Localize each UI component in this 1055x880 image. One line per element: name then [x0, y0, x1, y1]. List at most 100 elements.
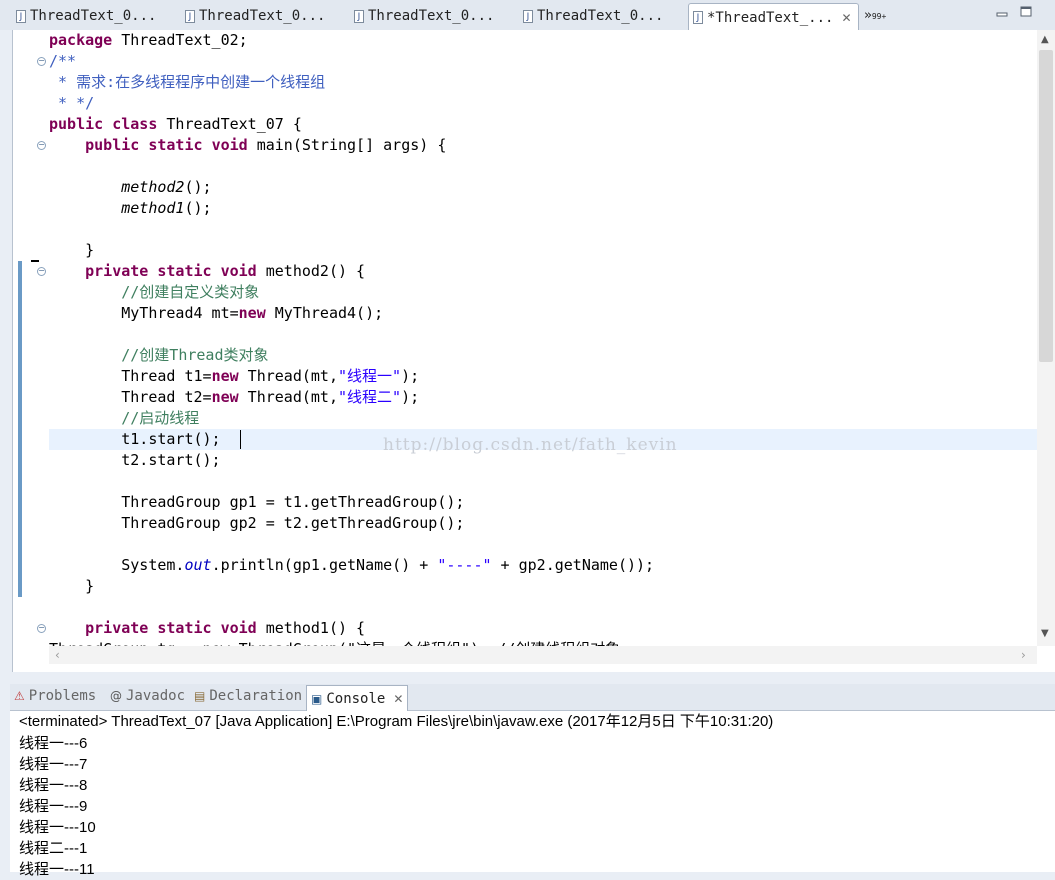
- problems-icon: ⚠: [14, 689, 25, 703]
- code-token: }: [49, 241, 95, 259]
- fold-icon[interactable]: −: [37, 624, 46, 633]
- code-line[interactable]: System.out.println(gp1.getName() + "----…: [49, 555, 654, 576]
- code-line[interactable]: /**: [49, 51, 76, 72]
- view-separator: [0, 672, 1055, 684]
- tab-problems[interactable]: ⚠ Problems: [14, 688, 96, 704]
- code-token: new: [211, 367, 239, 385]
- editor-tab-3[interactable]: J ThreadText_0...: [354, 4, 494, 28]
- console-output-line: 线程一---7: [19, 756, 88, 773]
- horizontal-scrollbar[interactable]: ‹ ›: [49, 646, 1037, 664]
- console-output-line: 线程二---1: [19, 840, 88, 857]
- code-token: public: [49, 115, 104, 133]
- code-line[interactable]: * */: [49, 93, 94, 114]
- code-line[interactable]: private static void method2() {: [49, 261, 365, 282]
- close-icon[interactable]: ✕: [841, 11, 851, 25]
- code-line[interactable]: }: [49, 240, 94, 261]
- code-line[interactable]: }: [49, 576, 94, 597]
- scroll-left-icon[interactable]: ‹: [55, 648, 60, 662]
- tab-overflow-button[interactable]: »99+: [864, 8, 886, 23]
- maximize-icon[interactable]: [1018, 4, 1034, 20]
- code-token: main(String[] args) {: [247, 136, 447, 154]
- code-line[interactable]: //启动线程: [49, 408, 199, 429]
- editor-tab-2[interactable]: J ThreadText_0...: [185, 4, 325, 28]
- code-token: Thread t1=: [49, 367, 212, 385]
- code-token: static: [148, 136, 203, 154]
- watermark: http://blog.csdn.net/fath_kevin: [383, 435, 678, 455]
- code-token: out: [184, 556, 212, 574]
- vertical-scrollbar[interactable]: ▲ ▼: [1037, 30, 1055, 646]
- editor-tab-label: ThreadText_0...: [537, 8, 664, 24]
- code-token: ();: [184, 178, 212, 196]
- minimize-icon[interactable]: [994, 4, 1010, 20]
- code-line[interactable]: Thread t1=new Thread(mt,"线程一");: [49, 366, 419, 387]
- code-line[interactable]: method2();: [49, 177, 212, 198]
- code-token: static: [157, 619, 212, 637]
- views-tab-bar: ⚠ Problems @ Javadoc ▤ Declaration ▣ Con…: [10, 684, 1055, 711]
- code-token: void: [220, 619, 257, 637]
- code-token: ThreadGroup gp2 = t2.getThreadGroup();: [49, 514, 465, 532]
- code-line[interactable]: //创建自定义类对象: [49, 282, 259, 303]
- close-icon[interactable]: ✕: [393, 692, 403, 706]
- code-token: MyThread4 mt=: [49, 304, 239, 322]
- editor-tab-active[interactable]: J *ThreadText_... ✕: [688, 3, 859, 31]
- code-token: );: [401, 367, 420, 385]
- scrollbar-thumb[interactable]: [1039, 50, 1053, 362]
- code-token: t2.start();: [49, 451, 221, 469]
- code-line[interactable]: public class ThreadText_07 {: [49, 114, 302, 135]
- editor-tab-1[interactable]: J ThreadText_0...: [16, 4, 156, 28]
- code-token: ThreadText_02;: [112, 31, 248, 49]
- code-token: System.: [49, 556, 185, 574]
- console-output-line: 线程一---8: [19, 777, 88, 794]
- code-line[interactable]: package ThreadText_02;: [49, 30, 248, 51]
- chevron-right-icon: »: [864, 8, 872, 23]
- code-line[interactable]: ThreadGroup tg = new ThreadGroup("这是一个线程…: [49, 639, 620, 646]
- tab-label: Console: [326, 690, 386, 707]
- code-token: new: [211, 388, 239, 406]
- code-line[interactable]: method1();: [49, 198, 211, 219]
- fold-icon[interactable]: −: [37, 57, 46, 66]
- code-token: * 需求:在多线程程序中创建一个线程组: [49, 73, 326, 91]
- fold-icon[interactable]: −: [37, 141, 46, 150]
- tab-console[interactable]: ▣ Console ✕: [306, 685, 409, 711]
- scroll-right-icon[interactable]: ›: [1021, 648, 1026, 662]
- java-file-icon: J: [185, 9, 195, 23]
- tab-javadoc[interactable]: @ Javadoc: [110, 688, 185, 704]
- code-line[interactable]: public static void main(String[] args) {: [49, 135, 446, 156]
- code-token: class: [112, 115, 158, 133]
- editor-tab-label: ThreadText_0...: [199, 8, 326, 24]
- tab-declaration[interactable]: ▤ Declaration: [194, 688, 302, 704]
- console-icon: ▣: [311, 691, 323, 706]
- java-file-icon: J: [354, 9, 364, 23]
- java-editor[interactable]: − − − − package ThreadText_02;/** * 需求:在…: [12, 30, 1055, 672]
- code-line[interactable]: t1.start();: [49, 429, 220, 450]
- scroll-down-icon[interactable]: ▼: [1041, 628, 1049, 639]
- console-view[interactable]: <terminated> ThreadText_07 [Java Applica…: [10, 711, 1055, 878]
- code-token: private: [85, 262, 149, 280]
- code-line[interactable]: Thread t2=new Thread(mt,"线程二");: [49, 387, 419, 408]
- code-token: ThreadGroup gp1 = t1.getThreadGroup();: [49, 493, 465, 511]
- code-line[interactable]: private static void method1() {: [49, 618, 365, 639]
- console-output-line: 线程一---10: [19, 819, 96, 836]
- scroll-up-icon[interactable]: ▲: [1041, 34, 1049, 45]
- code-line[interactable]: t2.start();: [49, 450, 221, 471]
- console-status: <terminated> ThreadText_07 [Java Applica…: [19, 713, 774, 730]
- code-line[interactable]: * 需求:在多线程程序中创建一个线程组: [49, 72, 325, 93]
- code-line[interactable]: ThreadGroup gp2 = t2.getThreadGroup();: [49, 513, 464, 534]
- code-area[interactable]: package ThreadText_02;/** * 需求:在多线程程序中创建…: [49, 30, 1037, 646]
- code-line[interactable]: ThreadGroup gp1 = t1.getThreadGroup();: [49, 492, 464, 513]
- code-token: package: [49, 31, 113, 49]
- code-line[interactable]: //创建Thread类对象: [49, 345, 268, 366]
- code-line[interactable]: MyThread4 mt=new MyThread4();: [49, 303, 383, 324]
- fold-icon[interactable]: −: [37, 267, 46, 276]
- editor-tab-4[interactable]: J ThreadText_0...: [523, 4, 663, 28]
- code-token: "----": [437, 556, 492, 574]
